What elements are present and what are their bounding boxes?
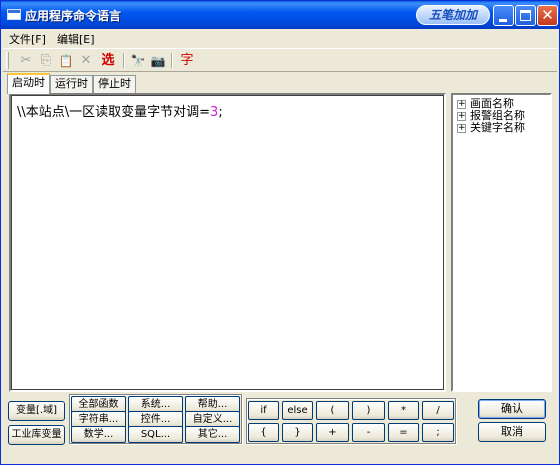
other-functions-button[interactable]: 其它...: [185, 426, 240, 443]
ok-button[interactable]: 确认: [478, 399, 546, 419]
code-terminator: ;: [218, 105, 223, 120]
ime-indicator[interactable]: 五笔加加: [416, 5, 490, 25]
binoculars-icon[interactable]: 🔭: [129, 51, 147, 71]
minimize-button[interactable]: [493, 5, 514, 26]
cut-icon[interactable]: ✂: [17, 51, 35, 71]
industrial-db-variable-button[interactable]: 工业库变量: [8, 425, 65, 445]
operator-equals-button[interactable]: =: [388, 423, 419, 442]
operator-if-button[interactable]: if: [248, 401, 279, 420]
tree-item-label: 关键字名称: [470, 121, 525, 134]
camera-icon[interactable]: 📷: [149, 51, 167, 71]
operator-open-brace-button[interactable]: {: [248, 423, 279, 442]
code-line[interactable]: \\本站点\一区读取变量字节对调=3;: [17, 101, 223, 120]
operator-plus-button[interactable]: +: [316, 423, 349, 442]
minimize-icon: [499, 19, 507, 22]
tab-stop[interactable]: 停止时: [93, 75, 136, 93]
cancel-button[interactable]: 取消: [478, 422, 546, 442]
sql-functions-button[interactable]: SQL...: [128, 426, 183, 443]
close-icon: ✕: [541, 6, 554, 24]
menu-bar: 文件[F] 编辑[E]: [1, 29, 559, 47]
window-icon: [7, 9, 21, 20]
maximize-icon: [520, 10, 531, 21]
close-button[interactable]: ✕: [537, 5, 558, 26]
toolbar-separator: [171, 53, 173, 68]
code-text: \\本站点\一区读取变量字节对调=: [17, 105, 211, 120]
expand-icon[interactable]: +: [457, 111, 466, 121]
menu-file[interactable]: 文件[F]: [9, 31, 46, 47]
operator-divide-button[interactable]: /: [422, 401, 454, 420]
copy-icon[interactable]: ⎘: [37, 51, 55, 71]
script-editor[interactable]: \\本站点\一区读取变量字节对调=3;: [9, 93, 446, 392]
select-button[interactable]: 选: [97, 51, 119, 71]
char-button[interactable]: 字: [177, 51, 197, 71]
operator-semicolon-button[interactable]: ;: [422, 423, 454, 442]
operator-close-paren-button[interactable]: ): [352, 401, 385, 420]
toolbar: ✂ ⎘ 📋 ✕ 选 🔭 📷 字: [3, 48, 557, 72]
window-title: 应用程序命令语言: [25, 9, 122, 23]
math-functions-button[interactable]: 数学...: [71, 426, 126, 443]
paste-icon[interactable]: 📋: [57, 51, 75, 71]
toolbar-grip[interactable]: [6, 52, 9, 69]
toolbar-separator: [123, 53, 125, 68]
maximize-button[interactable]: [515, 5, 536, 26]
menu-edit[interactable]: 编辑[E]: [57, 31, 95, 47]
operator-multiply-button[interactable]: *: [388, 401, 419, 420]
operator-open-paren-button[interactable]: (: [316, 401, 349, 420]
name-tree[interactable]: + 画面名称 + 报警组名称 + 关键字名称: [451, 93, 552, 392]
delete-icon[interactable]: ✕: [77, 51, 95, 71]
operator-else-button[interactable]: else: [282, 401, 313, 420]
expand-icon[interactable]: +: [457, 123, 466, 133]
variable-field-button[interactable]: 变量[.域]: [8, 401, 65, 421]
tree-item-keywords[interactable]: + 关键字名称: [457, 122, 525, 134]
expand-icon[interactable]: +: [457, 99, 466, 109]
title-bar[interactable]: 应用程序命令语言 五笔加加 ✕: [1, 1, 559, 29]
tab-startup[interactable]: 启动时: [7, 73, 50, 94]
tab-running[interactable]: 运行时: [50, 75, 93, 93]
operator-minus-button[interactable]: -: [352, 423, 385, 442]
command-language-window: 应用程序命令语言 五笔加加 ✕ 文件[F] 编辑[E] ✂ ⎘ 📋 ✕ 选 🔭 …: [0, 0, 560, 465]
operator-close-brace-button[interactable]: }: [282, 423, 313, 442]
